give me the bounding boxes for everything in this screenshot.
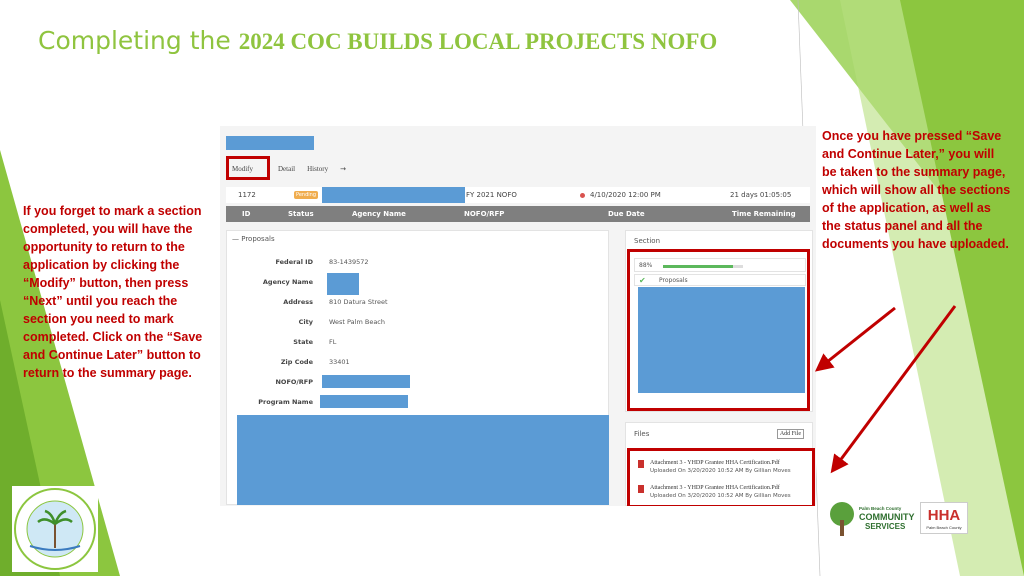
arrow-to-files-icon <box>830 305 957 474</box>
hha-main: HHA <box>927 507 961 524</box>
pbc-line1: Palm Beach County <box>859 506 902 511</box>
callout-arrows <box>814 305 957 474</box>
hha-sub: Palm Beach County <box>926 525 962 530</box>
pbc-line3: SERVICES <box>865 522 906 531</box>
arrow-to-status-icon <box>814 306 896 372</box>
county-seal-logo <box>12 486 98 572</box>
community-services-logo: Palm Beach County COMMUNITY SERVICES <box>825 500 915 542</box>
hha-logo: HHA Palm Beach County <box>920 502 968 534</box>
pbc-line2: COMMUNITY <box>859 512 915 522</box>
